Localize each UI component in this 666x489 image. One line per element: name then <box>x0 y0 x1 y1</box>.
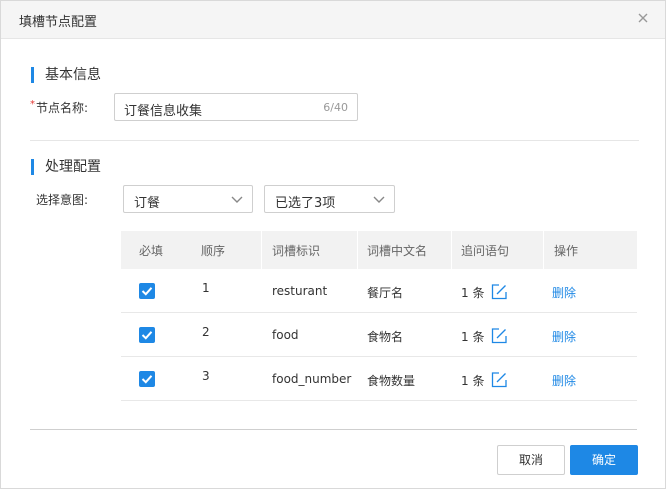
row-order: 2 <box>202 325 210 339</box>
node-name-input[interactable]: 订餐信息收集 6/40 <box>114 93 358 121</box>
header-slot-name: 词槽中文名 <box>367 244 428 258</box>
header-separator <box>261 231 262 269</box>
slots-select-value: 已选了3项 <box>275 196 336 211</box>
intent-select-value: 订餐 <box>134 196 161 211</box>
row-slot-id: food <box>272 328 299 342</box>
row-prompt-count: 1 条 <box>461 374 485 388</box>
header-order: 顺序 <box>201 244 226 258</box>
row-prompt-count: 1 条 <box>461 286 485 300</box>
node-name-label-text: 节点名称: <box>36 101 89 115</box>
dialog-title: 填槽节点配置 <box>19 15 98 30</box>
edit-icon[interactable] <box>490 283 508 301</box>
section-divider <box>30 140 639 141</box>
delete-link[interactable]: 删除 <box>552 372 576 389</box>
basic-info-section-title: 基本信息 <box>31 67 101 83</box>
row-slot-id: resturant <box>272 284 328 298</box>
footer-divider <box>30 429 637 430</box>
checkbox-checked-icon[interactable] <box>139 371 155 387</box>
row-order: 3 <box>202 369 210 383</box>
row-slot-name: 食物名 <box>367 330 404 344</box>
header-slot-id: 词槽标识 <box>272 244 321 258</box>
header-prompts: 追问语句 <box>461 244 510 258</box>
checkbox-checked-icon[interactable] <box>139 283 155 299</box>
header-actions: 操作 <box>554 244 579 258</box>
node-name-label: *节点名称: <box>30 99 88 116</box>
chevron-down-icon <box>372 192 386 206</box>
row-slot-name: 食物数量 <box>367 374 416 388</box>
close-icon[interactable] <box>635 10 651 26</box>
slot-filling-dialog: 填槽节点配置 基本信息 *节点名称: 订餐信息收集 6/40 处理配置 选择意图… <box>0 0 666 489</box>
edit-icon[interactable] <box>490 371 508 389</box>
header-separator <box>451 231 452 269</box>
row-prompt-count: 1 条 <box>461 330 485 344</box>
table-row: 1 resturant 餐厅名 1 条 删除 <box>121 269 637 313</box>
node-name-value: 订餐信息收集 <box>124 104 203 119</box>
chevron-down-icon <box>230 192 244 206</box>
slots-select[interactable]: 已选了3项 <box>264 185 395 213</box>
processing-section-title: 处理配置 <box>31 159 101 175</box>
table-header: 必填 顺序 词槽标识 词槽中文名 追问语句 操作 <box>121 231 637 269</box>
intent-label: 选择意图: <box>36 193 89 207</box>
cancel-button[interactable]: 取消 <box>497 445 565 475</box>
edit-icon[interactable] <box>490 327 508 345</box>
table-row: 3 food_number 食物数量 1 条 删除 <box>121 357 637 401</box>
delete-link[interactable]: 删除 <box>552 328 576 345</box>
intent-select[interactable]: 订餐 <box>123 185 253 213</box>
row-order: 1 <box>202 281 210 295</box>
table-row: 2 food 食物名 1 条 删除 <box>121 313 637 357</box>
delete-link[interactable]: 删除 <box>552 284 576 301</box>
row-slot-id: food_number <box>272 372 352 386</box>
header-required: 必填 <box>139 244 164 258</box>
confirm-button[interactable]: 确定 <box>570 445 638 475</box>
header-separator <box>357 231 358 269</box>
row-slot-name: 餐厅名 <box>367 286 404 300</box>
dialog-header: 填槽节点配置 <box>1 1 665 39</box>
required-mark: * <box>30 99 35 110</box>
checkbox-checked-icon[interactable] <box>139 327 155 343</box>
header-separator <box>543 231 544 269</box>
node-name-char-count: 6/40 <box>323 101 348 114</box>
